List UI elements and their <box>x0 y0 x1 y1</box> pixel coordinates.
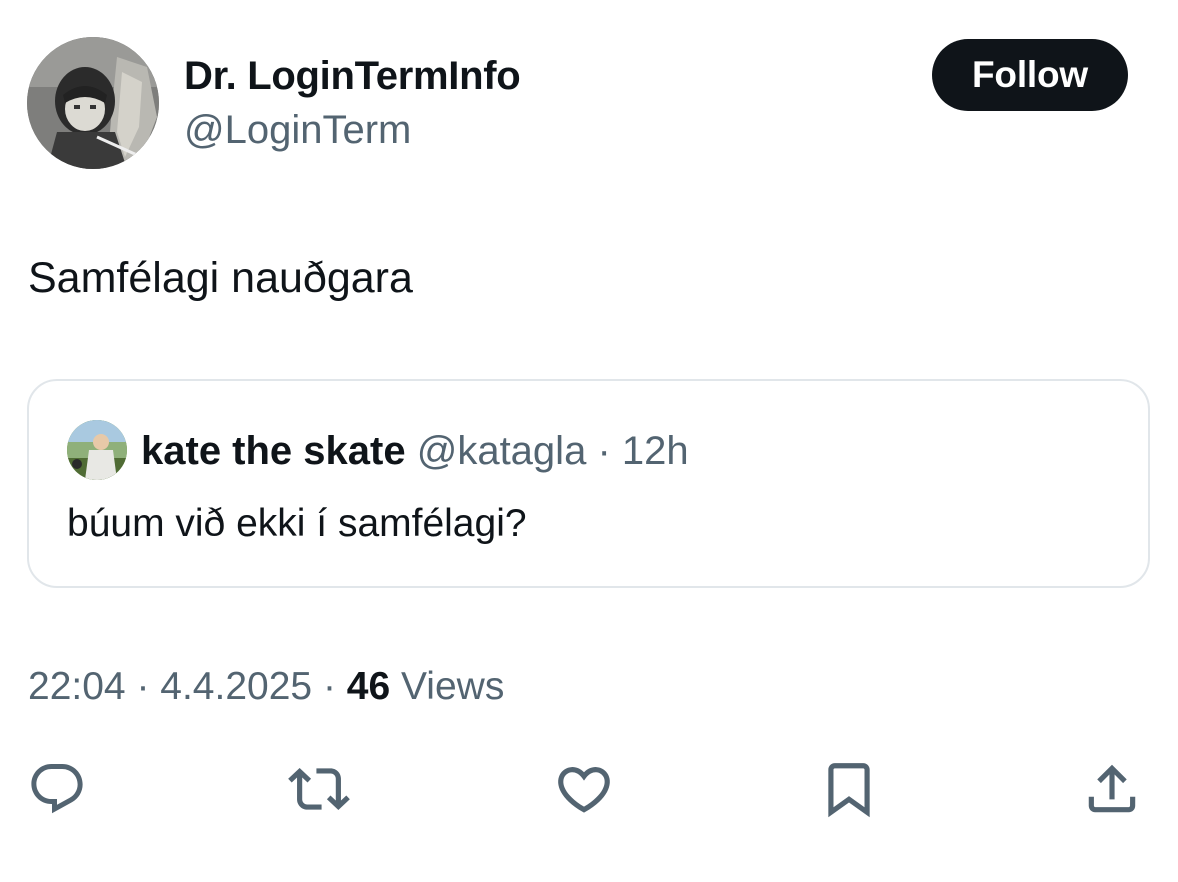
share-icon <box>1088 764 1136 813</box>
tweet-meta-row: 22:04 · 4.4.2025 · 46 Views <box>28 662 504 712</box>
like-icon <box>558 767 610 813</box>
quote-author-avatar <box>67 420 127 480</box>
quote-avatar-photo <box>67 420 127 480</box>
follow-button[interactable]: Follow <box>932 39 1128 111</box>
quoted-tweet-card[interactable]: kate the skate @katagla · 12h búum við e… <box>27 379 1150 588</box>
views-count: 46 <box>346 665 391 708</box>
tweet-time[interactable]: 22:04 <box>28 665 126 708</box>
meta-separator: · <box>136 665 161 708</box>
bookmark-button[interactable] <box>818 758 880 820</box>
avatar-illustration <box>27 37 159 169</box>
like-button[interactable] <box>553 758 615 820</box>
quote-text: búum við ekki í samfélagi? <box>67 502 527 545</box>
share-button[interactable] <box>1081 758 1143 820</box>
retweet-icon <box>288 768 350 810</box>
author-display-name[interactable]: Dr. LoginTermInfo <box>184 52 521 100</box>
quote-separator: · <box>597 429 611 473</box>
reply-icon <box>31 764 83 814</box>
author-avatar[interactable] <box>27 37 159 169</box>
author-handle[interactable]: @LoginTerm <box>184 106 411 154</box>
quote-author-name[interactable]: kate the skate <box>141 429 406 473</box>
meta-separator: · <box>322 665 347 708</box>
views-label: Views <box>401 665 505 708</box>
quote-timestamp[interactable]: 12h <box>622 429 689 473</box>
bookmark-icon <box>828 763 870 818</box>
quote-author-handle[interactable]: @katagla <box>417 429 587 473</box>
tweet-date[interactable]: 4.4.2025 <box>160 665 312 708</box>
retweet-button[interactable] <box>288 758 350 820</box>
quote-header: kate the skate @katagla · 12h <box>141 425 689 477</box>
tweet-text: Samfélagi nauðgara <box>28 254 413 302</box>
reply-button[interactable] <box>26 758 88 820</box>
